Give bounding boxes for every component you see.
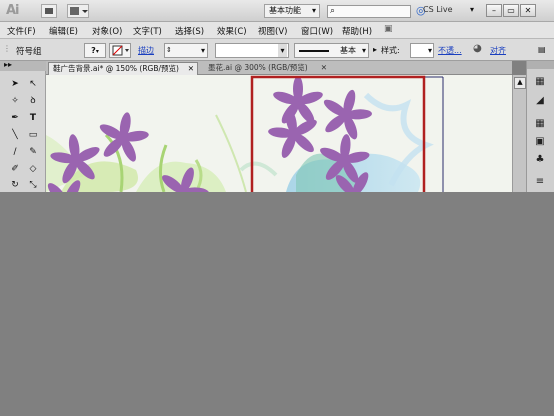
recolor-icon[interactable]: ◕ — [473, 43, 482, 54]
menu-select[interactable]: 选择(S) — [175, 25, 204, 37]
application-bar: Ai 基本功能 ▾ ⌕ ◎ CS Live ▾ – ▭ ✕ — [0, 0, 554, 22]
stroke-panel-link[interactable]: 描边 — [138, 45, 154, 56]
tab-close-icon[interactable]: ✕ — [188, 63, 194, 75]
close-icon[interactable]: ✕ — [520, 4, 536, 17]
search-icon: ⌕ — [330, 6, 336, 16]
selection-type-label: 符号组 — [16, 47, 42, 57]
menu-object[interactable]: 对象(O) — [92, 25, 122, 37]
menu-bar: 文件(F) 编辑(E) 对象(O) 文字(T) 选择(S) 效果(C) 视图(V… — [0, 22, 554, 39]
direct-selection-icon[interactable]: ↖ — [25, 78, 41, 91]
menu-more-icon[interactable]: ▣ — [384, 24, 393, 34]
stroke-swatch[interactable] — [109, 43, 131, 58]
rotate-icon[interactable]: ↻ — [7, 179, 23, 192]
pen-icon[interactable]: ✒ — [7, 112, 23, 125]
gripper-icon: ⋮ — [3, 44, 11, 53]
scroll-up-icon[interactable]: ▲ — [514, 77, 526, 89]
tab-document-active[interactable]: 鞋广告背景.ai* @ 150% (RGB/预览) ✕ — [48, 62, 198, 75]
scale-icon[interactable]: ⤡ — [25, 179, 41, 192]
document-tab-bar: 鞋广告背景.ai* @ 150% (RGB/预览) ✕ 墨花.ai @ 300%… — [46, 61, 512, 75]
document-canvas[interactable] — [46, 75, 512, 192]
artwork — [46, 75, 512, 192]
color-panel-icon[interactable]: ▦ — [533, 75, 547, 88]
minimize-icon[interactable]: – — [486, 4, 502, 17]
opacity-panel-link[interactable]: 不透... — [438, 45, 462, 56]
tab-label: 墨花.ai @ 300% (RGB/预览) — [208, 63, 308, 72]
search-input[interactable]: ⌕ — [327, 5, 411, 18]
workspace-label: 基本功能 — [269, 6, 301, 15]
menu-type[interactable]: 文字(T) — [133, 25, 162, 37]
fill-swatch[interactable]: ?▾ — [84, 43, 106, 58]
panel-dock-header — [527, 61, 554, 69]
illustrator-logo: Ai — [6, 3, 19, 18]
menu-help[interactable]: 帮助(H) — [342, 25, 372, 37]
pencil-icon[interactable]: ✎ — [25, 146, 41, 159]
control-bar: ⋮ 符号组 ?▾ 描边 ⇕ ▾ ▾ 基本 ▾ ▸ 样式: ▾ 不透... ◕ 对齐… — [0, 39, 554, 61]
bridge-button[interactable] — [41, 4, 57, 18]
line-icon[interactable]: ╲ — [7, 129, 23, 142]
brush-definition[interactable]: 基本 ▾ — [294, 43, 369, 58]
menu-effect[interactable]: 效果(C) — [217, 25, 247, 37]
style-label: 样式: — [381, 46, 400, 55]
stroke-weight-field[interactable]: ⇕ ▾ — [164, 43, 208, 58]
symbols-panel-icon[interactable]: ♣ — [533, 153, 547, 166]
workspace-switcher[interactable]: 基本功能 ▾ — [264, 4, 320, 18]
control-menu-icon[interactable]: ▤ — [538, 45, 546, 54]
paintbrush-icon[interactable]: ∕ — [7, 146, 23, 159]
tools-panel: ▸▸ ➤ ↖ ✧ ꝺ ✒ T ╲ ▭ ∕ ✎ ✐ ◇ ↻ ⤡ — [0, 60, 46, 192]
magic-wand-icon[interactable]: ✧ — [7, 95, 23, 108]
menu-view[interactable]: 视图(V) — [258, 25, 287, 37]
restore-icon[interactable]: ▭ — [503, 4, 519, 17]
graphic-style-swatch[interactable]: ▾ — [410, 43, 434, 58]
tab-label: 鞋广告背景.ai* @ 150% (RGB/预览) — [53, 64, 179, 73]
menu-window[interactable]: 窗口(W) — [301, 25, 333, 37]
stroke-panel-icon[interactable]: ≡ — [533, 175, 547, 188]
vertical-scrollbar[interactable]: ▲ — [512, 75, 526, 192]
color-guide-icon[interactable]: ◢ — [533, 94, 547, 107]
menu-edit[interactable]: 编辑(E) — [49, 25, 78, 37]
cs-live-button[interactable]: CS Live — [423, 5, 453, 14]
selection-icon[interactable]: ➤ — [7, 78, 23, 91]
tab-document[interactable]: 墨花.ai @ 300% (RGB/预览) ✕ — [204, 62, 330, 75]
swatches-panel-icon[interactable]: ▦ — [533, 117, 547, 130]
brush-definition-label: 基本 — [340, 46, 356, 55]
tools-panel-header: ▸▸ — [0, 60, 46, 71]
type-icon[interactable]: T — [25, 112, 41, 125]
style-icon: ▸ — [373, 45, 378, 54]
graphic-styles-icon[interactable]: ▣ — [533, 135, 547, 148]
eraser-icon[interactable]: ◇ — [25, 163, 41, 176]
menu-file[interactable]: 文件(F) — [7, 25, 36, 37]
lasso-icon[interactable]: ꝺ — [25, 95, 41, 108]
rectangle-icon[interactable]: ▭ — [25, 129, 41, 142]
align-panel-link[interactable]: 对齐 — [490, 45, 506, 56]
tab-close-icon[interactable]: ✕ — [321, 62, 327, 74]
variable-width-profile[interactable]: ▾ — [215, 43, 289, 58]
panel-dock: ▦ ◢ ▦ ▣ ♣ ≡ — [526, 61, 554, 192]
blob-brush-icon[interactable]: ✐ — [7, 163, 23, 176]
arrange-documents-button[interactable] — [67, 4, 89, 18]
